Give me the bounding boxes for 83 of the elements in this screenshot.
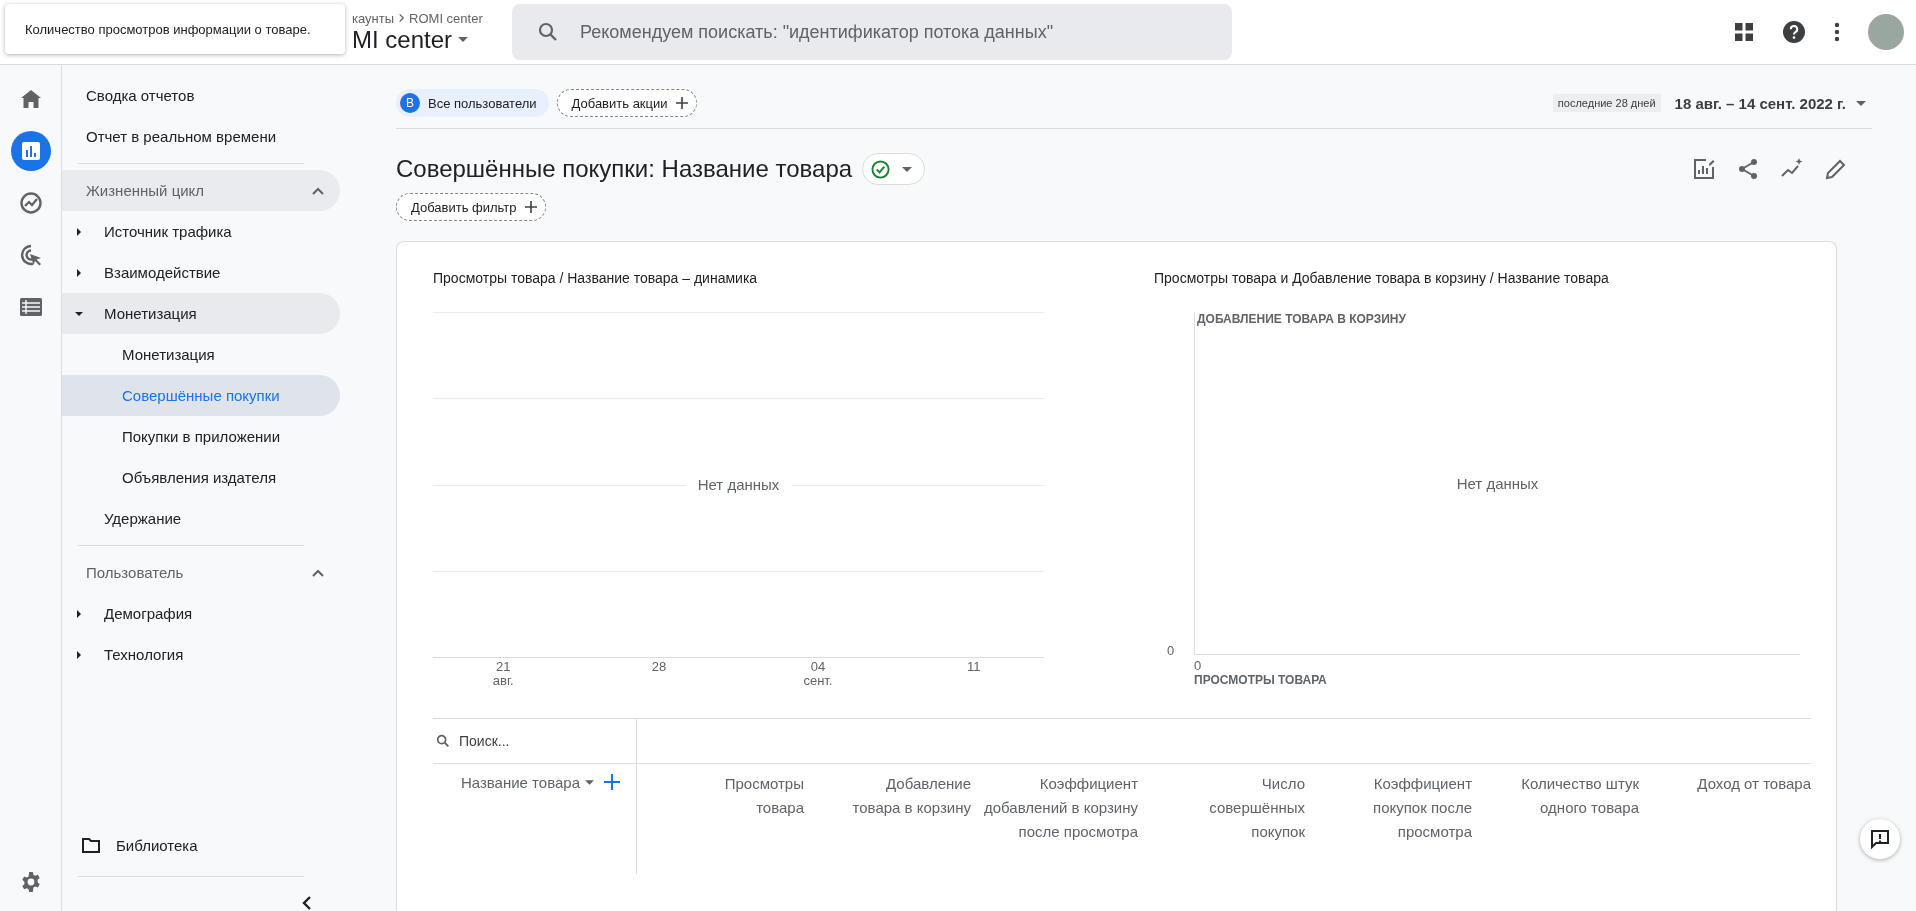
share-icon[interactable] [1736,157,1760,181]
tooltip: Количество просмотров информации о товаре. [5,4,345,54]
report-title: Совершённые покупки: Название товара [396,155,853,183]
nav-section-header[interactable]: Жизненный цикл [62,170,340,211]
more-vertical-icon[interactable] [1834,22,1840,42]
nav-item[interactable]: Удержание [62,498,340,539]
axis-title: ДОБАВЛЕНИЕ ТОВАРА В КОРЗИНУ [1197,312,1406,326]
caret-right-icon [74,226,84,237]
table-search-field[interactable]: Поиск... [433,719,613,763]
nav-item[interactable]: Совершённые покупки [62,375,340,416]
segment-chip[interactable]: B Все пользователи [396,89,549,117]
axis-label: 04 сент. [803,660,833,688]
caret-icon [902,166,913,172]
list-icon [19,298,42,316]
check-circle-icon [871,159,891,179]
chart-title: Просмотры товара и Добавление товара в корзину / Название товара [1154,270,1610,286]
nav-section-title: Пользователь [86,564,184,581]
column-header[interactable]: Коэффициент добавлений в корзину после просмотра [981,772,1138,844]
breadcrumb-item[interactable]: ROMI center [409,10,483,26]
plus-icon [675,97,688,109]
chart-title: Просмотры товара / Название товара – динамика [433,270,759,286]
nav-item[interactable]: Отчет в реальном времени [62,116,340,157]
nav-section-header[interactable]: Пользователь [62,552,340,593]
breadcrumb-item[interactable]: каунты [352,10,395,26]
nav-item[interactable]: Источник трафика [62,211,340,252]
chevron-up-icon [312,568,324,577]
help-icon[interactable] [1782,20,1806,44]
feedback-button[interactable] [1860,819,1900,859]
axis-label: 28 [651,660,667,674]
pencil-icon[interactable] [1824,157,1848,181]
caret-right-icon [74,649,84,660]
target-cursor-icon [18,243,43,267]
plus-icon [524,201,537,213]
search-icon [435,733,451,749]
column-header[interactable]: Доход от товара [1649,772,1811,796]
caret-icon [1856,100,1866,106]
property-selector[interactable]: MI center [352,25,512,54]
status-dropdown[interactable] [862,153,926,185]
nav-section-title: Жизненный цикл [86,182,205,199]
customize-chart-icon[interactable] [1692,157,1716,181]
dimension-dropdown[interactable]: Название товара [460,774,594,791]
date-range-picker[interactable]: 18 авг. – 14 сент. 2022 г. [1668,93,1872,113]
nav-item[interactable]: Монетизация [62,293,340,334]
axis-label: 11 [967,660,981,674]
caret-right-icon [74,267,84,278]
chevron-up-icon [312,186,324,195]
axis-label: 0 [1194,658,1203,673]
caret-right-icon [74,608,84,619]
column-header[interactable]: Коэффициент покупок после просмотра [1335,772,1472,844]
settings-icon[interactable] [19,871,42,893]
add-filter-button[interactable]: Добавить фильтр [396,193,546,221]
caret-icon [458,37,469,42]
home-icon [20,90,41,108]
add-dimension-icon[interactable] [604,774,620,790]
chevron-right-icon [397,13,407,23]
feedback-icon [1870,829,1890,849]
apps-grid-icon[interactable] [1734,22,1754,42]
nav-item[interactable]: Объявления издателя [62,457,340,498]
axis-label: 21 авг. [492,660,514,688]
caret-icon [585,780,594,785]
bar-chart-icon [20,141,41,161]
column-header[interactable]: Количество штук одного товара [1482,772,1639,820]
date-range-caption: последние 28 дней [1552,94,1661,112]
column-header[interactable]: Просмотры товара [697,772,804,820]
axis-title: ПРОСМОТРЫ ТОВАРА [1194,673,1328,687]
chevron-left-icon[interactable] [302,895,312,911]
search-field[interactable]: Рекомендуем поискать: "идентификатор потока данных" [512,4,1232,60]
add-comparison-button[interactable]: Добавить акции [556,89,697,117]
nav-item[interactable]: Сводка отчетов [62,75,340,116]
nav-item[interactable]: Взаимодействие [62,252,340,293]
no-data-message: Нет данных [1456,475,1539,492]
column-header[interactable]: Число совершённых покупок [1178,772,1305,844]
trend-circle-icon [18,191,43,215]
folder-icon [82,837,100,853]
nav-item[interactable]: Покупки в приложении [62,416,340,457]
axis-label: 0 [1167,643,1175,658]
column-header[interactable]: Добавление товара в корзину [844,772,971,820]
nav-item[interactable]: Монетизация [62,334,340,375]
library-link[interactable]: Библиотека [62,828,340,870]
nav-item[interactable]: Технология [62,634,340,675]
nav-item[interactable]: Демография [62,593,340,634]
reports-nav-button[interactable] [10,131,51,171]
segment-badge: B [400,93,420,113]
